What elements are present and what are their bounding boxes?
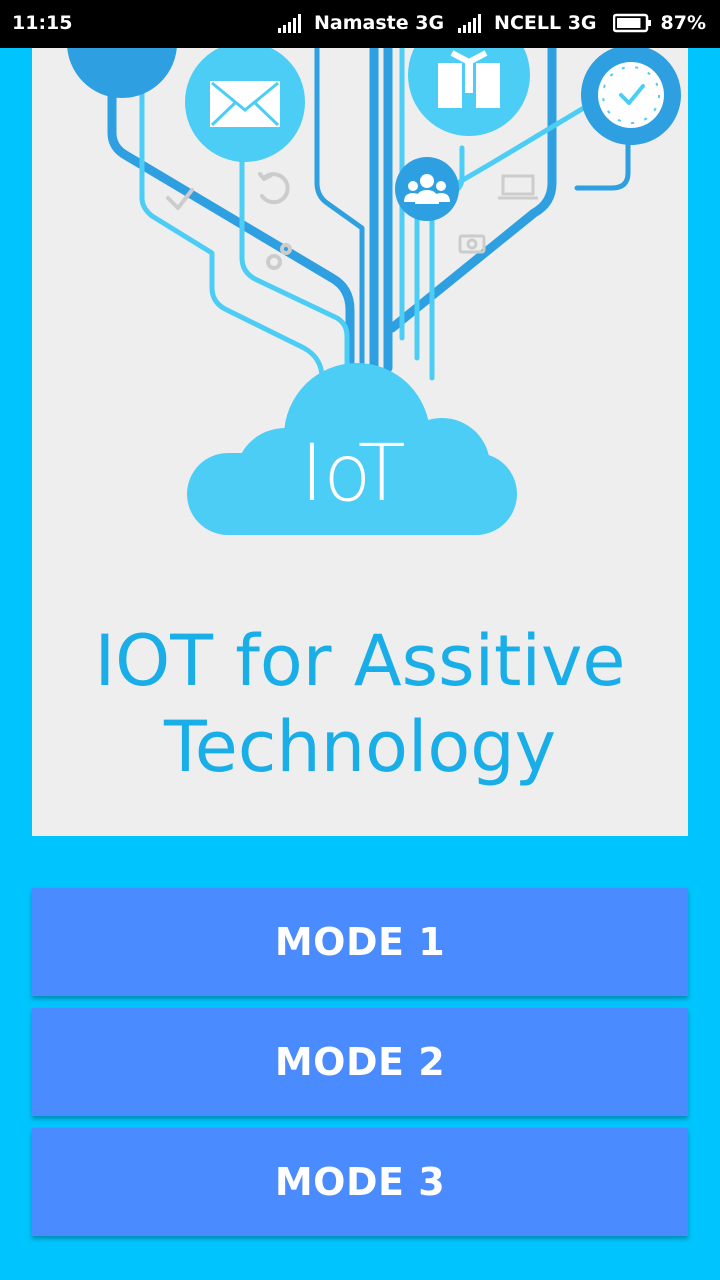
carrier-2: NCELL 3G bbox=[494, 12, 597, 34]
mode-1-button[interactable]: MODE 1 bbox=[32, 888, 688, 996]
title-line-1: IOT for Assitive bbox=[94, 620, 626, 702]
camera-icon bbox=[458, 234, 486, 254]
envelope-icon bbox=[210, 81, 280, 127]
page-title: IOT for Assitive Technology bbox=[32, 618, 688, 790]
signal-icon bbox=[277, 13, 306, 33]
clock-icon bbox=[598, 62, 664, 128]
header-card: IoT IOT for Assitive Technology bbox=[32, 48, 688, 836]
status-time: 11:15 bbox=[12, 12, 73, 34]
signal-icon bbox=[458, 13, 486, 33]
status-indicators: Namaste 3G NCELL 3G 87% bbox=[277, 12, 706, 34]
battery-icon bbox=[612, 13, 653, 33]
iot-illustration: IoT bbox=[67, 48, 681, 535]
status-bar: 11:15 Namaste 3G NCELL 3G 87% bbox=[0, 0, 720, 48]
mode-3-button[interactable]: MODE 3 bbox=[32, 1128, 688, 1236]
mode-2-button[interactable]: MODE 2 bbox=[32, 1008, 688, 1116]
cloud-label: IoT bbox=[300, 429, 405, 519]
title-line-2: Technology bbox=[163, 706, 557, 788]
laptop-icon bbox=[498, 174, 538, 200]
refresh-icon bbox=[258, 172, 290, 205]
battery-percent: 87% bbox=[660, 12, 706, 34]
carrier-1: Namaste 3G bbox=[313, 12, 445, 34]
